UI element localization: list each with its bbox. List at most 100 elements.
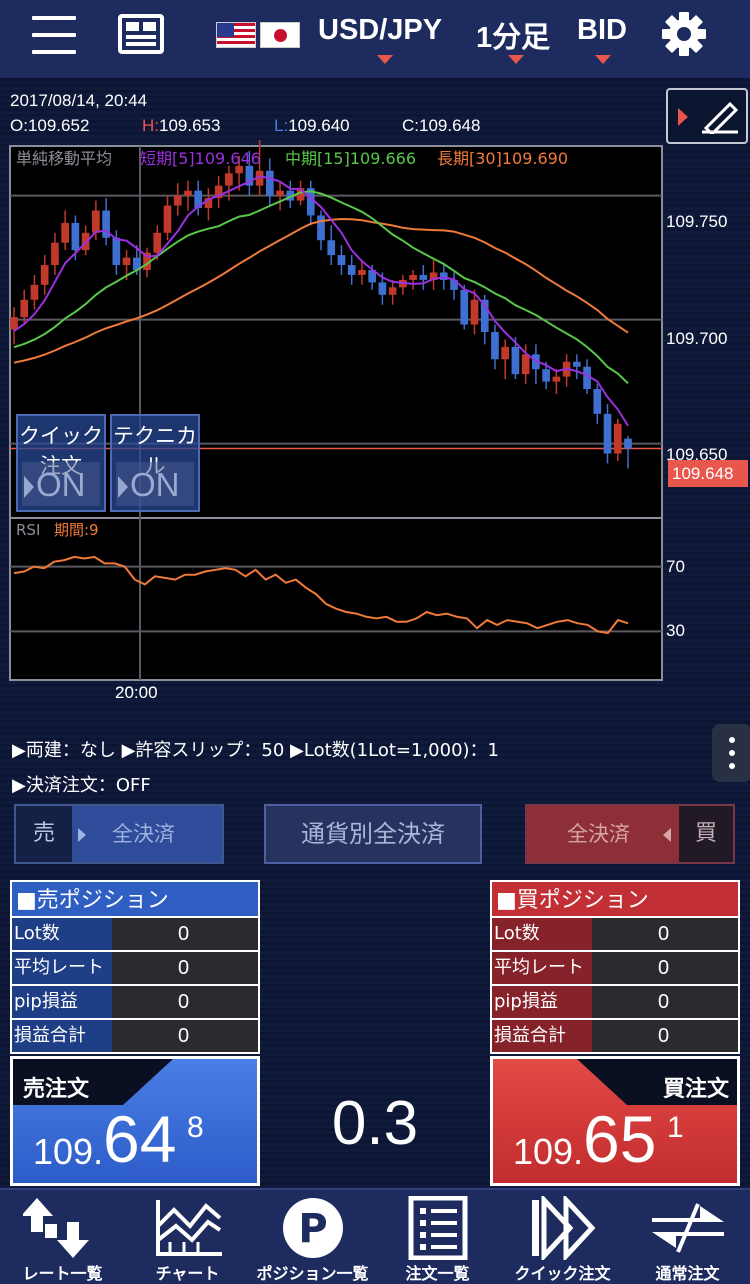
buy-price-prefix: 109. bbox=[513, 1131, 584, 1172]
nav-quick-order[interactable]: クイック注文 bbox=[500, 1190, 625, 1284]
price-type-chevron-down-icon bbox=[595, 55, 611, 64]
buy-price-main: 65 bbox=[583, 1102, 657, 1176]
order-settings-line[interactable]: ▶両建：なし ▶許容スリップ：50 ▶Lot数(1Lot=1,000)：1 bbox=[12, 736, 499, 762]
timeframe-chevron-down-icon bbox=[508, 55, 524, 64]
sell-price-main: 64 bbox=[103, 1102, 177, 1176]
nav-label: クイック注文 bbox=[514, 1264, 611, 1283]
price-type-selector[interactable]: BID bbox=[577, 14, 627, 47]
nav-positions[interactable]: P ポジション一覧 bbox=[250, 1190, 375, 1284]
close-all-sell-button[interactable]: 売 全決済 bbox=[14, 804, 224, 864]
buy-position-panel: ■買ポジション Lot数 0 平均レート 0 pip損益 0 損益合計 0 bbox=[490, 880, 740, 1054]
candle-body bbox=[419, 274, 428, 280]
rsi-tick-label: 70 bbox=[666, 557, 685, 576]
play-icon bbox=[24, 476, 34, 498]
candle-body bbox=[163, 205, 172, 233]
nav-label: チャート bbox=[155, 1264, 220, 1283]
candle-body bbox=[10, 317, 18, 330]
svg-text:P: P bbox=[298, 1206, 327, 1252]
sell-order-label: 売注文 bbox=[23, 1077, 90, 1102]
nav-rate-list[interactable]: レート一覧 bbox=[0, 1190, 125, 1284]
rsi-period-label: 期間:9 bbox=[54, 521, 99, 539]
candle-body bbox=[317, 215, 325, 241]
buy-order-button[interactable]: 買注文 109. 65 1 bbox=[490, 1056, 740, 1186]
rsi-tick-label: 30 bbox=[666, 621, 685, 640]
candle-body bbox=[593, 389, 602, 414]
candle-body bbox=[613, 423, 622, 454]
more-options-icon[interactable] bbox=[712, 724, 750, 782]
candle-body bbox=[572, 361, 581, 367]
jp-flag-icon[interactable] bbox=[260, 22, 300, 48]
table-row: 平均レート 0 bbox=[490, 952, 740, 986]
sell-position-title: ■売ポジション bbox=[10, 880, 260, 918]
x-axis-time-label: 20:00 bbox=[115, 683, 158, 702]
currency-pair-selector[interactable]: USD/JPY bbox=[318, 14, 442, 47]
ohlc-low: L:109.640 bbox=[274, 116, 350, 135]
quick-order-toggle[interactable]: クイック注文 ON bbox=[16, 414, 106, 512]
candle-body bbox=[347, 265, 356, 275]
chart-datetime: 2017/08/14, 20:44 bbox=[10, 91, 148, 110]
buy-position-title: ■買ポジション bbox=[490, 880, 740, 918]
quick-order-icon bbox=[531, 1196, 595, 1260]
spread-value: 0.3 bbox=[331, 1089, 419, 1158]
candle-body bbox=[153, 232, 162, 253]
candle-body bbox=[388, 287, 397, 295]
table-row: Lot数 0 bbox=[10, 918, 260, 952]
layout-icon[interactable] bbox=[118, 14, 164, 54]
technical-state: ON bbox=[130, 466, 180, 503]
settlement-order-setting[interactable]: ▶決済注文：OFF bbox=[12, 771, 151, 797]
order-list-icon bbox=[408, 1196, 467, 1260]
candle-body bbox=[92, 210, 100, 233]
candle-body bbox=[122, 257, 131, 266]
sma-mid-label: 中期[15]109.666 bbox=[285, 149, 416, 168]
sell-price-prefix: 109. bbox=[33, 1131, 104, 1172]
buy-price-pip: 1 bbox=[667, 1111, 684, 1144]
timeframe-selector[interactable]: 1分足 bbox=[476, 14, 550, 56]
sell-order-button[interactable]: 売注文 109. 64 8 bbox=[10, 1056, 260, 1186]
nav-order-list[interactable]: 注文一覧 bbox=[375, 1190, 500, 1284]
play-icon bbox=[118, 476, 128, 498]
candle-body bbox=[470, 299, 479, 325]
buy-order-label: 買注文 bbox=[662, 1077, 729, 1102]
candle-body bbox=[511, 346, 520, 375]
pair-chevron-down-icon bbox=[377, 55, 393, 64]
pen-icon bbox=[702, 101, 739, 134]
bottom-nav: レート一覧 チャート P ポジション一覧 注文一覧 クイック注文 通常注文 bbox=[0, 1188, 750, 1284]
close-all-buy-label: 全決済 bbox=[527, 806, 679, 862]
technical-toggle[interactable]: テクニカル ON bbox=[110, 414, 200, 512]
candle-body bbox=[378, 282, 387, 295]
candle-body bbox=[225, 173, 233, 186]
ohlc-row: O:109.652 H:109.653 L:109.640 C:109.648 bbox=[10, 116, 480, 136]
candle-body bbox=[460, 289, 469, 325]
candle-body bbox=[173, 195, 182, 206]
sma-label: 単純移動平均 bbox=[16, 149, 112, 168]
buy-side-label: 買 bbox=[679, 806, 733, 862]
candle-body bbox=[624, 438, 632, 449]
us-flag-icon[interactable] bbox=[216, 22, 256, 48]
candle-body bbox=[358, 270, 366, 275]
candle-body bbox=[61, 222, 70, 243]
candle-body bbox=[337, 255, 346, 266]
candle-body bbox=[276, 190, 284, 196]
nav-chart[interactable]: チャート bbox=[125, 1190, 250, 1284]
candle-body bbox=[542, 369, 550, 382]
nav-normal-order[interactable]: 通常注文 bbox=[625, 1190, 750, 1284]
nav-label: レート一覧 bbox=[22, 1264, 103, 1283]
sell-position-panel: ■売ポジション Lot数 0 平均レート 0 pip損益 0 損益合計 0 bbox=[10, 880, 260, 1054]
candle-body bbox=[20, 299, 29, 318]
candle-body bbox=[409, 274, 417, 280]
candle-body bbox=[184, 190, 192, 196]
candle-body bbox=[112, 237, 121, 266]
candle-body bbox=[327, 240, 336, 256]
candle-body bbox=[552, 376, 561, 382]
candle-body bbox=[71, 222, 80, 251]
menu-icon[interactable] bbox=[32, 16, 76, 54]
close-all-by-currency-button[interactable]: 通貨別全決済 bbox=[264, 804, 482, 864]
nav-label: ポジション一覧 bbox=[256, 1264, 369, 1283]
gear-icon[interactable] bbox=[660, 10, 708, 58]
table-row: 損益合計 0 bbox=[10, 1020, 260, 1054]
current-price-tag: 109.648 bbox=[668, 460, 748, 487]
close-all-buy-button[interactable]: 全決済 買 bbox=[525, 804, 735, 864]
expand-arrow-icon bbox=[678, 108, 688, 126]
drawing-tool-button[interactable] bbox=[666, 88, 748, 144]
candle-body bbox=[51, 242, 59, 266]
